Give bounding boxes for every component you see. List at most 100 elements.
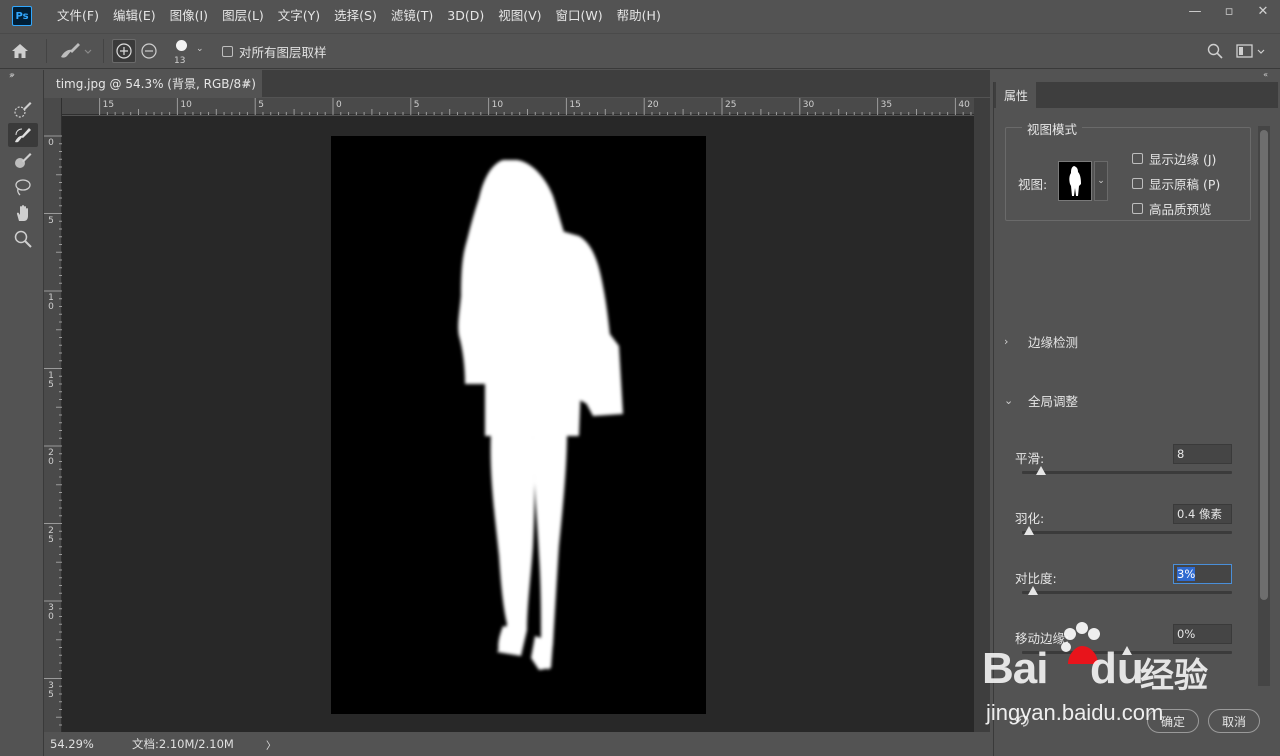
menu-item[interactable]: 文件(F) (50, 0, 106, 32)
view-mode-thumbnail[interactable] (1058, 161, 1092, 201)
divider (46, 39, 47, 63)
show-edge-checkbox[interactable] (1132, 153, 1143, 164)
close-button[interactable]: ✕ (1246, 0, 1280, 22)
menu-item[interactable]: 编辑(E) (106, 0, 163, 32)
photoshop-logo: Ps (12, 6, 32, 26)
shift-edge-slider[interactable] (1022, 646, 1232, 655)
menu-item[interactable]: 帮助(H) (610, 0, 668, 32)
contrast-input[interactable]: 3% (1173, 564, 1232, 584)
smooth-label: 平滑: (1015, 451, 1045, 466)
show-original-checkbox[interactable] (1132, 178, 1143, 189)
horizontal-ruler: 15 10 5 0 5 10 15 20 25 30 35 40 (62, 98, 974, 115)
document-info: 文档:2.10M/2.10M (132, 737, 234, 751)
menu-item[interactable]: 3D(D) (440, 0, 491, 32)
ruler-tick-label: 15 (102, 100, 115, 110)
divider (103, 39, 104, 63)
menu-item[interactable]: 窗口(W) (549, 0, 610, 32)
sample-all-layers-checkbox[interactable] (222, 45, 233, 57)
status-info-arrow-icon[interactable]: 〉 (266, 737, 276, 752)
ruler-tick-label: 1 0 (48, 293, 54, 312)
cancel-button[interactable]: 取消 (1208, 709, 1260, 733)
subtract-from-selection-icon[interactable] (136, 39, 162, 63)
menu-item[interactable]: 图像(I) (163, 0, 215, 32)
ruler-tick-label: 5 (48, 215, 54, 226)
chevron-right-icon: › (1004, 335, 1009, 348)
quick-selection-tool-icon[interactable] (8, 97, 38, 121)
smooth-slider-knob[interactable] (1036, 466, 1046, 475)
view-mode-title: 视图模式 (1022, 119, 1083, 138)
add-to-selection-icon[interactable] (112, 39, 136, 63)
feather-input[interactable]: 0.4 像素 (1173, 504, 1232, 524)
zoom-level[interactable]: 54.29% (50, 737, 130, 751)
figure-silhouette (458, 160, 623, 670)
hand-tool-icon[interactable] (8, 201, 38, 225)
menu-item[interactable]: 滤镜(T) (384, 0, 440, 32)
show-edge-option[interactable]: 显示边缘 (J) (1132, 149, 1216, 168)
high-quality-preview-option[interactable]: 高品质预览 (1132, 199, 1212, 218)
lasso-tool-icon[interactable] (8, 175, 38, 199)
window-controls: — ▫ ✕ (1178, 0, 1280, 22)
ok-button[interactable]: 确定 (1147, 709, 1199, 733)
home-icon[interactable] (0, 36, 40, 66)
search-icon[interactable] (1204, 40, 1226, 62)
high-quality-preview-label: 高品质预览 (1149, 202, 1212, 217)
minimize-button[interactable]: — (1178, 0, 1212, 22)
contrast-slider[interactable] (1022, 586, 1232, 595)
menu-bar: Ps 文件(F) 编辑(E) 图像(I) 图层(L) 文字(Y) 选择(S) 滤镜(T) 3D… (0, 0, 1280, 32)
vertical-ruler: 0 5 1 0 1 5 2 0 2 5 3 0 3 5 (44, 98, 62, 732)
document-tab[interactable]: timg.jpg @ 54.3% (背景, RGB/8#) × (44, 70, 262, 97)
options-bar: 13 ⌄ 对所有图层取样 (0, 33, 1280, 69)
ruler-tick-label: 20 (647, 100, 659, 110)
panel-collapse-icon[interactable]: » (10, 70, 15, 79)
reset-icon[interactable] (1014, 714, 1032, 728)
feather-slider[interactable] (1022, 526, 1232, 535)
menu-item[interactable]: 选择(S) (327, 0, 384, 32)
ruler-tick-label: 10 (180, 100, 192, 110)
refine-edge-brush-tool-icon[interactable] (8, 123, 38, 147)
contrast-label: 对比度: (1015, 571, 1057, 586)
properties-scrollbar[interactable] (1258, 126, 1270, 686)
contrast-slider-knob[interactable] (1028, 586, 1038, 595)
close-tab-icon[interactable]: × (243, 77, 252, 90)
ruler-tick-label: 0 (336, 100, 342, 110)
ruler-tick-label: 5 (258, 100, 264, 110)
show-original-option[interactable]: 显示原稿 (P) (1132, 174, 1220, 193)
chevron-down-icon: ⌄ (1097, 176, 1105, 186)
brush-size-picker[interactable]: 13 ⌄ (168, 34, 212, 68)
ruler-tick-label: 0 (48, 138, 54, 148)
workspace-icon[interactable] (1234, 40, 1268, 62)
menu-item[interactable]: 文字(Y) (271, 0, 327, 32)
ruler-tick-label: 40 (958, 100, 970, 110)
refine-brush-preset-icon[interactable] (53, 36, 97, 66)
brush-tool-icon[interactable] (8, 149, 38, 173)
sample-all-layers-option[interactable]: 对所有图层取样 (222, 42, 327, 61)
view-label: 视图: (1018, 177, 1048, 192)
smooth-input[interactable]: 8 (1173, 444, 1232, 464)
menu-item[interactable]: 图层(L) (215, 0, 271, 32)
document-tab-bar: » timg.jpg @ 54.3% (背景, RGB/8#) × (10, 70, 990, 97)
right-panel-header: « (990, 70, 1280, 82)
chevron-down-icon: ⌄ (1004, 394, 1014, 407)
shift-edge-input[interactable]: 0% (1173, 624, 1232, 644)
feather-slider-knob[interactable] (1024, 526, 1034, 535)
ruler-tick-label: 2 0 (48, 448, 54, 467)
smooth-slider[interactable] (1022, 466, 1232, 475)
show-original-label: 显示原稿 (P) (1149, 177, 1221, 192)
high-quality-preview-checkbox[interactable] (1132, 203, 1143, 214)
feather-label: 羽化: (1015, 511, 1045, 526)
global-refine-section[interactable]: ⌄ 全局调整 (1004, 391, 1078, 410)
panel-expand-icon[interactable]: « (1263, 70, 1268, 79)
canvas-vertical-scrollbar[interactable] (974, 98, 990, 732)
main-menu: 文件(F) 编辑(E) 图像(I) 图层(L) 文字(Y) 选择(S) 滤镜(T) 3D(D)… (50, 0, 668, 32)
menu-item[interactable]: 视图(V) (491, 0, 548, 32)
properties-scrollbar-thumb[interactable] (1260, 130, 1268, 600)
ruler-tick-label: 3 0 (48, 603, 54, 622)
tab-properties[interactable]: 属性 (996, 82, 1036, 108)
zoom-tool-icon[interactable] (8, 227, 38, 251)
edge-detection-section[interactable]: › 边缘检测 (1004, 332, 1078, 351)
view-mode-dropdown[interactable]: ⌄ (1094, 161, 1108, 201)
restore-button[interactable]: ▫ (1212, 0, 1246, 22)
mask-preview-image[interactable] (331, 136, 706, 714)
canvas-area[interactable] (62, 116, 974, 732)
shift-edge-slider-knob[interactable] (1122, 646, 1132, 655)
